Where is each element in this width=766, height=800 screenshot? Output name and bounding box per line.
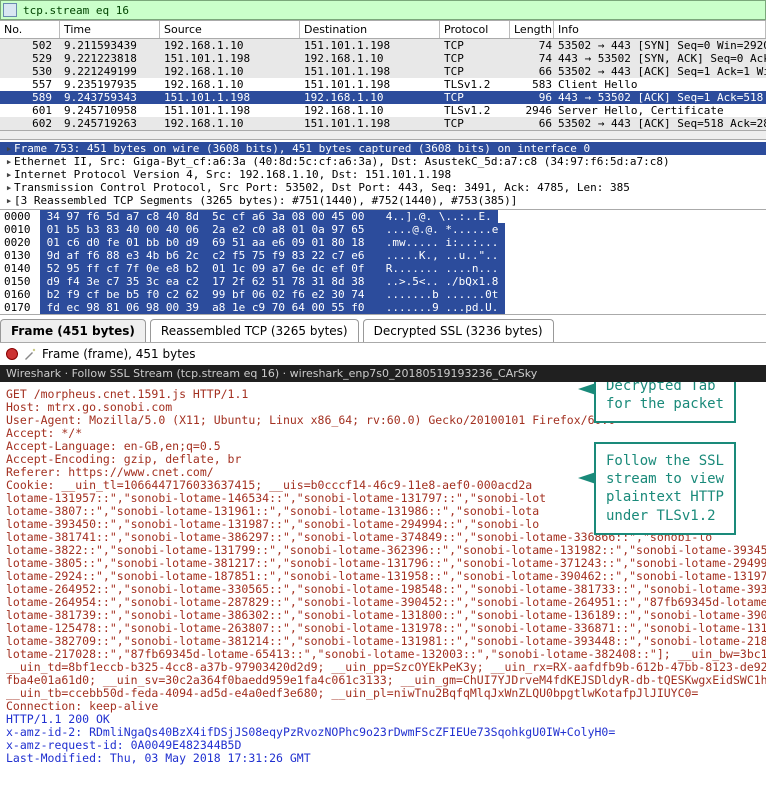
packet-row[interactable]: 6019.245710958151.101.1.198192.168.1.10T… (0, 104, 766, 117)
hex-line[interactable]: 0170 fd ec 98 81 06 98 00 39 a8 1e c9 70… (0, 301, 766, 314)
bookmark-filter-icon[interactable] (3, 3, 17, 17)
hex-line[interactable]: 0160 b2 f9 cf be b5 f0 c2 62 99 bf 06 02… (0, 288, 766, 301)
col-source[interactable]: Source (160, 21, 300, 38)
hex-line[interactable]: 0010 01 b5 b3 83 40 00 40 06 2a e2 c0 a8… (0, 223, 766, 236)
annotation-follow-stream: Follow the SSL stream to view plaintext … (594, 442, 736, 535)
packet-list-hscroll[interactable] (0, 130, 766, 140)
hex-line[interactable]: 0000 34 97 f6 5d a7 c8 40 8d 5c cf a6 3a… (0, 210, 766, 223)
packet-row[interactable]: 5299.221223818151.101.1.198192.168.1.10T… (0, 52, 766, 65)
hex-line[interactable]: 0020 01 c6 d0 fe 01 bb b0 d9 69 51 aa e6… (0, 236, 766, 249)
follow-ssl-stream-pane[interactable]: Decrypted Tab for the packet Follow the … (0, 382, 766, 777)
col-proto[interactable]: Protocol (440, 21, 510, 38)
display-filter-input[interactable] (21, 3, 763, 18)
col-info[interactable]: Info (554, 21, 766, 38)
follow-stream-title: Wireshark · Follow SSL Stream (tcp.strea… (0, 365, 766, 382)
colorize-icon[interactable] (24, 348, 36, 360)
col-dest[interactable]: Destination (300, 21, 440, 38)
col-len[interactable]: Length (510, 21, 554, 38)
tab-decrypted-ssl[interactable]: Decrypted SSL (3236 bytes) (363, 319, 554, 342)
display-filter-bar[interactable] (0, 0, 766, 20)
packet-row[interactable]: 5899.243759343151.101.1.198192.168.1.10T… (0, 91, 766, 104)
packet-bytes-hex[interactable]: 0000 34 97 f6 5d a7 c8 40 8d 5c cf a6 3a… (0, 209, 766, 314)
packet-list[interactable]: 5029.211593439192.168.1.10151.101.1.198T… (0, 39, 766, 130)
packet-row[interactable]: 6029.245719263192.168.1.10151.101.1.198T… (0, 117, 766, 130)
packet-row[interactable]: 5309.221249199192.168.1.10151.101.1.198T… (0, 65, 766, 78)
tree-tcp[interactable]: ▸Transmission Control Protocol, Src Port… (0, 181, 766, 194)
expert-info-icon[interactable] (6, 348, 18, 360)
packet-details-tree[interactable]: ▸Frame 753: 451 bytes on wire (3608 bits… (0, 140, 766, 209)
tree-eth[interactable]: ▸Ethernet II, Src: Giga-Byt_cf:a6:3a (40… (0, 155, 766, 168)
byte-view-tabs: Frame (451 bytes) Reassembled TCP (3265 … (0, 314, 766, 342)
col-no[interactable]: No. (0, 21, 60, 38)
packet-row[interactable]: 5029.211593439192.168.1.10151.101.1.198T… (0, 39, 766, 52)
tree-reassembled[interactable]: ▸[3 Reassembled TCP Segments (3265 bytes… (0, 194, 766, 207)
hex-line[interactable]: 0130 9d af f6 88 e3 4b b6 2c c2 f5 75 f9… (0, 249, 766, 262)
status-bar: Frame (frame), 451 bytes (0, 342, 766, 365)
status-text: Frame (frame), 451 bytes (42, 347, 196, 361)
hex-line[interactable]: 0150 d9 f4 3e c7 35 3c ea c2 17 2f 62 51… (0, 275, 766, 288)
annotation-decrypted-tab: Decrypted Tab for the packet (594, 382, 736, 423)
tree-frame[interactable]: ▸Frame 753: 451 bytes on wire (3608 bits… (0, 142, 766, 155)
packet-list-header: No. Time Source Destination Protocol Len… (0, 20, 766, 39)
col-time[interactable]: Time (60, 21, 160, 38)
tree-ip[interactable]: ▸Internet Protocol Version 4, Src: 192.1… (0, 168, 766, 181)
tab-frame[interactable]: Frame (451 bytes) (0, 319, 146, 342)
hex-line[interactable]: 0140 52 95 ff cf 7f 0e e8 b2 01 1c 09 a7… (0, 262, 766, 275)
http-request-text: GET /morpheus.cnet.1591.js HTTP/1.1 Host… (6, 387, 766, 713)
tab-reassembled-tcp[interactable]: Reassembled TCP (3265 bytes) (150, 319, 359, 342)
packet-row[interactable]: 5579.235197935192.168.1.10151.101.1.198T… (0, 78, 766, 91)
http-response-text: HTTP/1.1 200 OK x-amz-id-2: RDmliNgaQs40… (6, 712, 615, 765)
